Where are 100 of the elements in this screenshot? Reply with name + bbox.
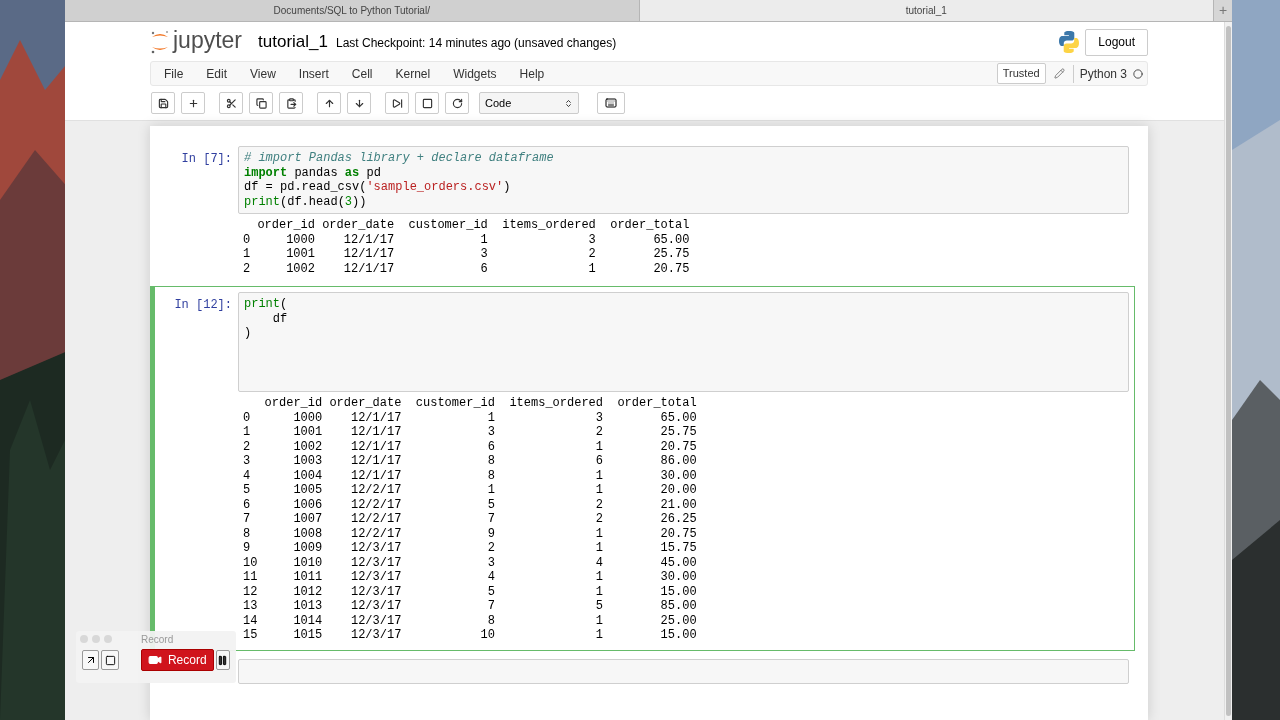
arrow-tool-button[interactable] [82,650,100,670]
cut-icon [225,97,237,109]
add-cell-icon [187,97,199,109]
menu-item[interactable]: Kernel [395,64,431,83]
table-cell-text: 12/3/17 [349,628,402,643]
row-index: 10 [243,555,258,570]
table-cell-text: 5 [486,497,495,512]
table-cell-text: 86.00 [659,454,697,469]
browser-tab[interactable]: Documents/SQL to Python Tutorial/ [65,0,640,21]
table-cell-text: 1000 [292,410,323,425]
column-header: order_id [256,218,315,233]
table-cell-text: 5 [594,599,603,614]
menu-item[interactable]: Widgets [453,64,497,83]
menu-item[interactable]: Insert [298,64,329,83]
table-cell-text: 1 [594,613,603,628]
table-cell-text: 12/2/17 [349,483,402,498]
notebook-name[interactable]: tutorial_1 [258,29,328,55]
menu-item[interactable]: Help [519,64,545,83]
table-cell-text: 2 [587,247,596,262]
row-index: 6 [243,497,252,512]
run-button[interactable] [385,92,409,114]
code-editor[interactable]: print( df ) [238,292,1129,392]
row-index: 12 [243,584,258,599]
keyboard-button[interactable] [597,92,625,114]
restart-button[interactable] [445,92,469,114]
table-cell-text: 8 [486,454,495,469]
cell-type-select[interactable]: Code [479,92,579,114]
keyboard-icon [605,97,617,109]
column-header: items_ordered [508,396,603,411]
code-line: print( [244,297,288,312]
table-cell-text: 6 [486,439,495,454]
scrollbar[interactable] [1224,22,1232,720]
column-header: customer_id [407,218,488,233]
table-cell-text: 1001 [285,247,315,262]
cut-button[interactable] [219,92,243,114]
move-up-icon [323,97,335,109]
table-cell-text: 1003 [292,454,323,469]
move-up-button[interactable] [317,92,341,114]
table-cell-text: 12/1/17 [349,425,402,440]
table-cell-text: 6 [594,454,603,469]
column-header: order_total [616,396,697,411]
move-down-button[interactable] [347,92,371,114]
row-index: 2 [243,439,252,454]
table-cell-text: 12/1/17 [349,454,402,469]
table-cell-text: 12/1/17 [342,247,395,262]
row-index: 7 [243,512,252,527]
save-button[interactable] [151,92,175,114]
table-cell-text: 20.00 [659,483,697,498]
menu-item[interactable]: Cell [351,64,373,83]
paste-button[interactable] [279,92,303,114]
row-index: 9 [243,541,252,556]
table-cell-text: 3 [594,410,603,425]
table-cell-text: 5 [486,584,495,599]
table-cell-text: 1 [594,628,603,643]
code-editor[interactable]: # import Pandas library + declare dataframe import pandas as pd df = pd.read_csv('sample_orders.csv') print(df.head(3)) [238,146,1129,214]
table-cell-text: 1 [594,468,603,483]
table-cell-text: 1 [479,232,488,247]
menu-item[interactable]: View [250,64,276,83]
table-cell-text: 12/3/17 [349,599,402,614]
browser-tab[interactable]: tutorial_1 [639,0,1214,21]
save-icon [157,97,169,109]
trusted-badge[interactable]: Trusted [996,63,1046,84]
table-cell-text: 1 [486,483,495,498]
rectangle-tool-button[interactable] [101,650,119,670]
copy-button[interactable] [249,92,273,114]
table-cell-text: 65.00 [652,232,690,247]
jupyter-logo[interactable]: jupyter [150,29,243,55]
table-cell-text: 1 [594,541,603,556]
table-cell-text: 15.00 [659,628,697,643]
menu-item[interactable]: File [164,64,184,83]
code-line: df [271,311,288,326]
table-cell-text: 1013 [292,599,323,614]
table-cell-text: 12/3/17 [349,613,402,628]
pause-button[interactable] [215,650,230,670]
stop-button[interactable] [415,92,439,114]
recorder-title: Record [141,632,174,647]
logout-button[interactable]: Logout [1085,28,1148,56]
menu-item[interactable]: Edit [206,64,228,83]
table-cell-text: 1 [594,584,603,599]
table-cell-text: 1000 [285,232,315,247]
table-cell-text: 12/2/17 [349,526,402,541]
code-line: print(df.head(3)) [244,194,367,209]
table-cell-text: 12/1/17 [342,261,395,276]
row-index: 8 [243,526,252,541]
row-index: 3 [243,454,252,469]
record-button[interactable]: Record [140,649,214,671]
table-cell-text: 15.75 [659,541,697,556]
row-index: 15 [243,628,258,643]
row-index: 4 [243,468,252,483]
code-line: ) [244,326,252,341]
code-line: # import Pandas library + declare dataframe [244,151,554,166]
code-line: import pandas as pd [244,165,381,180]
edit-icon[interactable] [1053,68,1065,79]
table-cell-text: 12/3/17 [349,584,402,599]
table-cell-text: 12/1/17 [349,439,402,454]
table-cell-text: 15.00 [659,584,697,599]
add-cell-button[interactable] [181,92,205,114]
table-cell-text: 1001 [292,425,323,440]
table-cell-text: 2 [486,541,495,556]
table-cell-text: 30.00 [659,570,697,585]
